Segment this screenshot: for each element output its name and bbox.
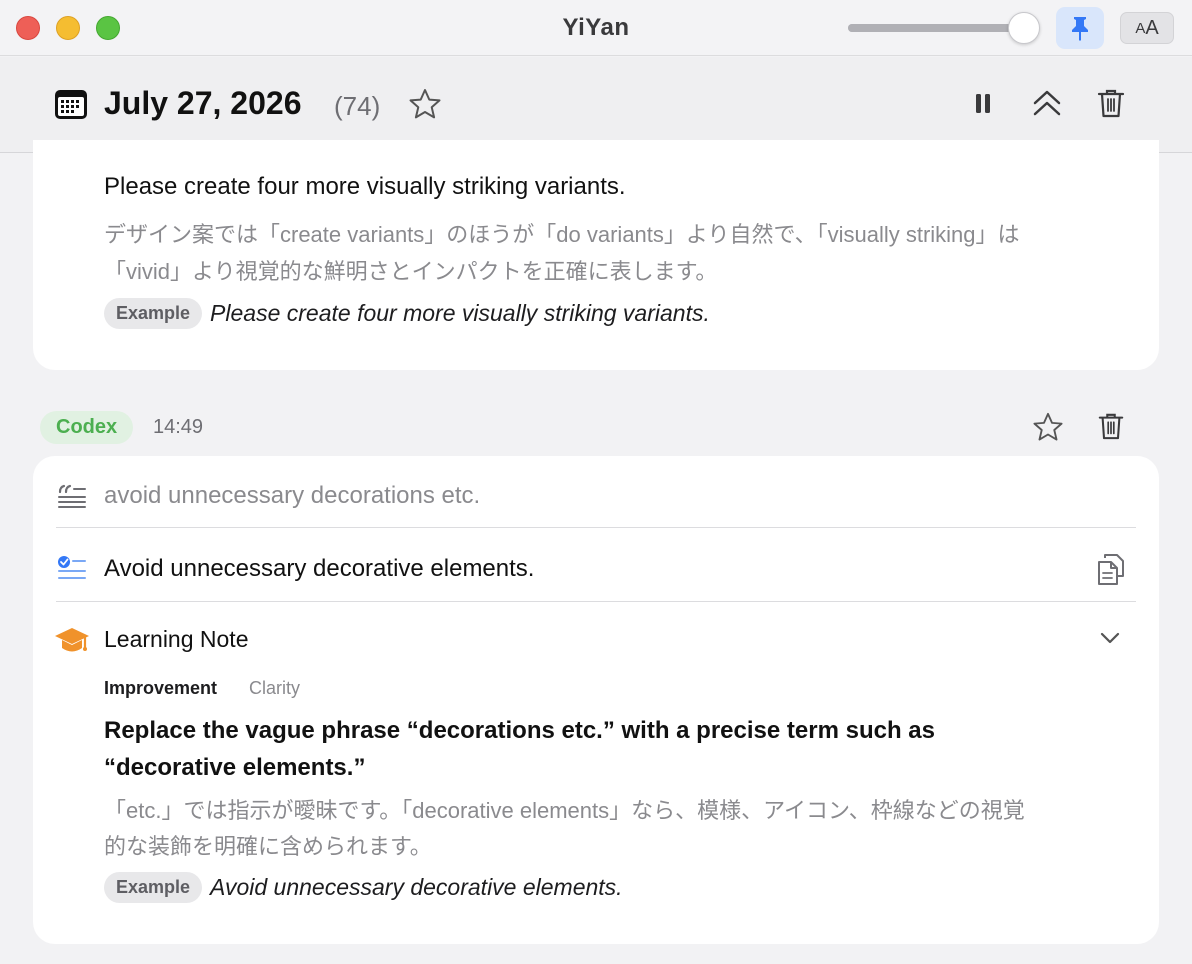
chevron-down-icon[interactable] [1099, 631, 1121, 645]
pin-icon [1072, 17, 1088, 41]
entry-explanation-line1: デザイン案では「create variants」のほうが「do variants… [104, 222, 1020, 247]
favorite-entry-star-icon[interactable] [1032, 412, 1064, 442]
example-badge: Example [104, 298, 203, 329]
checklist-icon [58, 556, 86, 579]
copy-icon[interactable] [1096, 552, 1126, 586]
pause-icon[interactable] [970, 91, 996, 117]
note-explanation-line1: 「etc.」では指示が曖昧です。「decorative elements」なら、… [104, 798, 1025, 823]
opacity-slider-fill [848, 24, 1014, 32]
title-bar: YiYan AA [0, 0, 1192, 56]
entry-timestamp: 14:49 [153, 416, 204, 438]
example-text: Please create four more visually strikin… [210, 300, 710, 326]
note-advice-line2: “decorative elements.” [104, 754, 366, 781]
quote-text-icon [58, 484, 86, 508]
font-size-button[interactable]: AA [1120, 12, 1174, 44]
note-advice: Replace the vague phrase “decorations et… [104, 712, 1064, 786]
page-title: July 27, 2026 [104, 85, 302, 121]
font-size-large-glyph: A [1145, 16, 1159, 39]
pin-window-button[interactable] [1056, 7, 1104, 49]
opacity-slider-track[interactable] [848, 24, 1028, 32]
learning-note-title[interactable]: Learning Note [104, 626, 249, 653]
divider [56, 601, 1136, 602]
font-size-small-glyph: A [1135, 19, 1146, 37]
original-text: avoid unnecessary decorations etc. [104, 482, 481, 509]
entry-card: avoid unnecessary decorations etc. Avoid… [33, 456, 1159, 944]
entry-translation: Please create four more visually strikin… [104, 173, 626, 200]
example-badge: Example [104, 872, 203, 903]
calendar-icon [55, 90, 87, 119]
source-badge: Codex [40, 411, 134, 444]
entry-card-previous: Please create four more visually strikin… [33, 140, 1159, 370]
opacity-slider-knob[interactable] [1008, 12, 1040, 44]
entry-explanation-line2: 「vivid」より視覚的な鮮明さとインパクトを正確に表します。 [104, 259, 718, 284]
graduation-cap-icon [55, 628, 89, 652]
example-row: Example Please create four more visually… [104, 298, 710, 329]
note-advice-line1: Replace the vague phrase “decorations et… [104, 717, 935, 744]
delete-day-trash-icon[interactable] [1096, 87, 1126, 119]
example-text: Avoid unnecessary decorative elements. [210, 874, 623, 900]
favorite-day-star-icon[interactable] [408, 88, 442, 120]
collapse-all-icon[interactable] [1030, 88, 1064, 118]
note-subcategory: Clarity [249, 678, 301, 698]
delete-entry-trash-icon[interactable] [1097, 411, 1125, 441]
app-window: YiYan AA July 27, 2026 (74) Please creat… [0, 0, 1192, 964]
entry-count: (74) [334, 91, 381, 121]
day-header: July 27, 2026 (74) [0, 57, 1192, 153]
translation-text: Avoid unnecessary decorative elements. [104, 555, 535, 582]
divider [56, 527, 1136, 528]
note-category: Improvement [104, 678, 218, 698]
note-explanation-line2: 的な装飾を明確に含められます。 [104, 834, 432, 859]
example-row: Example Avoid unnecessary decorative ele… [104, 872, 623, 903]
